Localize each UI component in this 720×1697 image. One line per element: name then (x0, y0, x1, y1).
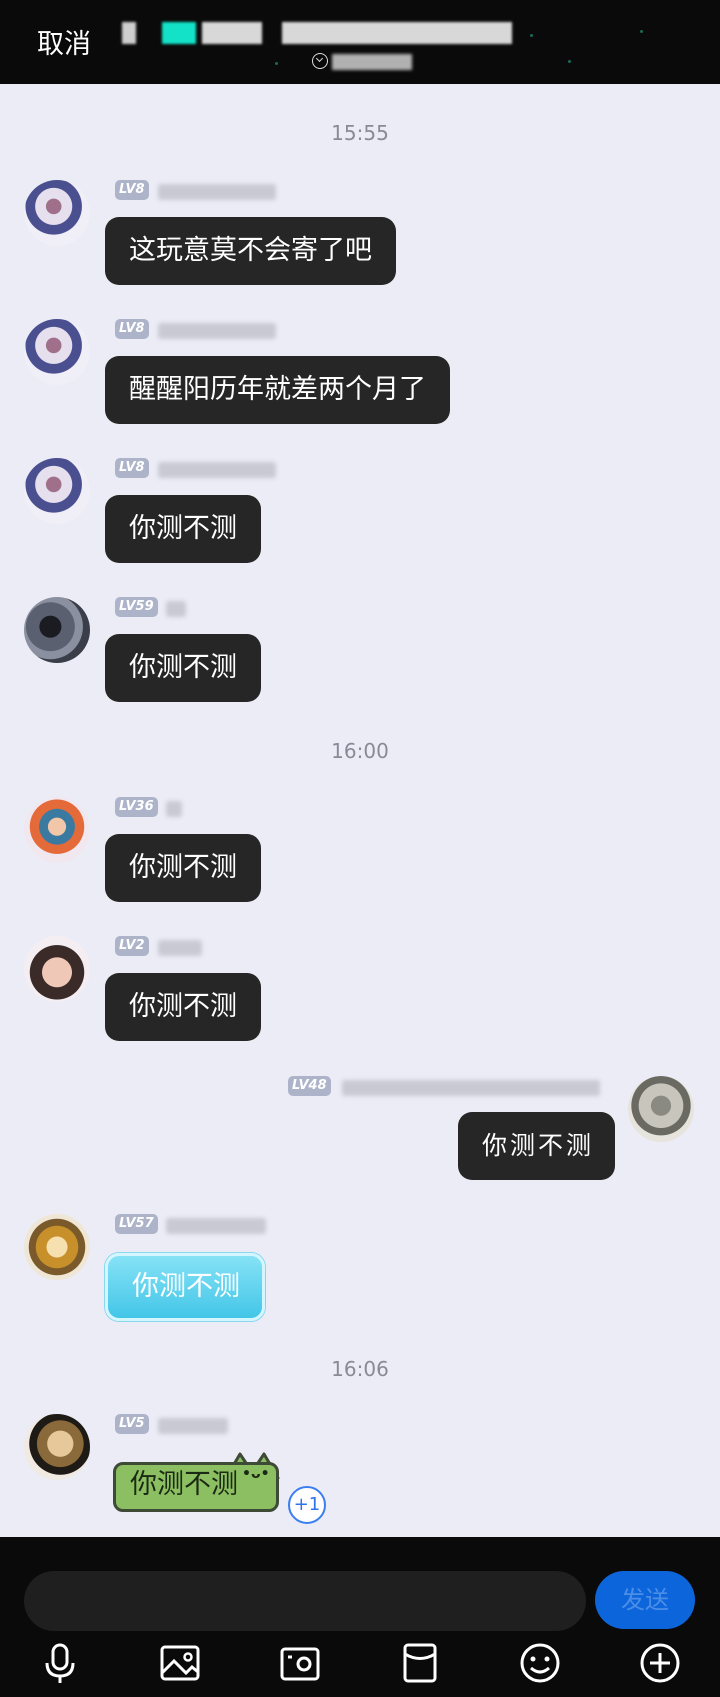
username-redacted[interactable] (158, 323, 276, 339)
level-badge: LV57 (115, 1214, 158, 1234)
message-bubble[interactable]: 你测不测 (105, 834, 261, 902)
message-bubble[interactable]: 你测不测 (105, 1253, 265, 1321)
level-badge: LV5 (115, 1414, 149, 1434)
image-icon[interactable] (158, 1641, 202, 1685)
red-packet-icon[interactable] (398, 1641, 442, 1685)
chat-subtitle-redacted (332, 54, 412, 70)
send-button[interactable]: 发送 (595, 1571, 695, 1629)
cat-face-icon: •ᴗ• (242, 1466, 270, 1482)
plus-icon[interactable] (638, 1641, 682, 1685)
reaction-badge[interactable]: +1 (288, 1486, 326, 1524)
composer-bar: 发送 (0, 1537, 720, 1697)
avatar[interactable] (24, 319, 90, 385)
top-bar: 取消 (0, 0, 720, 84)
cancel-button[interactable]: 取消 (37, 22, 91, 61)
avatar[interactable] (24, 797, 90, 863)
chat-title-redacted (122, 18, 512, 48)
message-bubble[interactable]: 你测不测 (458, 1112, 615, 1180)
username-redacted[interactable] (166, 601, 186, 617)
level-badge: LV2 (115, 936, 149, 956)
avatar[interactable] (24, 597, 90, 663)
timestamp: 16:06 (331, 1357, 389, 1381)
message-bubble[interactable]: 你测不测 (105, 973, 261, 1041)
username-redacted[interactable] (166, 1218, 266, 1234)
timestamp: 15:55 (331, 121, 389, 145)
level-badge: LV8 (115, 319, 149, 339)
username-redacted[interactable] (158, 1418, 228, 1434)
username-redacted[interactable] (158, 184, 276, 200)
camera-icon[interactable] (278, 1641, 322, 1685)
chevron-down-icon[interactable] (312, 53, 328, 69)
avatar[interactable] (24, 1214, 90, 1280)
username-redacted[interactable] (158, 940, 202, 956)
avatar[interactable] (24, 936, 90, 1002)
timestamp: 16:00 (331, 739, 389, 763)
microphone-icon[interactable] (38, 1641, 82, 1685)
avatar[interactable] (628, 1076, 694, 1142)
message-bubble[interactable]: 你测不测 (105, 634, 261, 702)
message-input[interactable] (24, 1571, 586, 1631)
message-bubble[interactable]: 这玩意莫不会寄了吧 (105, 217, 396, 285)
username-redacted[interactable] (166, 801, 182, 817)
username-redacted[interactable] (158, 462, 276, 478)
message-bubble[interactable]: 你测不测 (105, 495, 261, 563)
avatar[interactable] (24, 1414, 90, 1480)
message-bubble[interactable]: 醒醒阳历年就差两个月了 (105, 356, 450, 424)
level-badge: LV8 (115, 458, 149, 478)
level-badge: LV59 (115, 597, 158, 617)
username-redacted[interactable] (342, 1080, 600, 1096)
level-badge: LV48 (288, 1076, 331, 1096)
level-badge: LV8 (115, 180, 149, 200)
avatar[interactable] (24, 180, 90, 246)
emoji-icon[interactable] (518, 1641, 562, 1685)
avatar[interactable] (24, 458, 90, 524)
level-badge: LV36 (115, 797, 158, 817)
